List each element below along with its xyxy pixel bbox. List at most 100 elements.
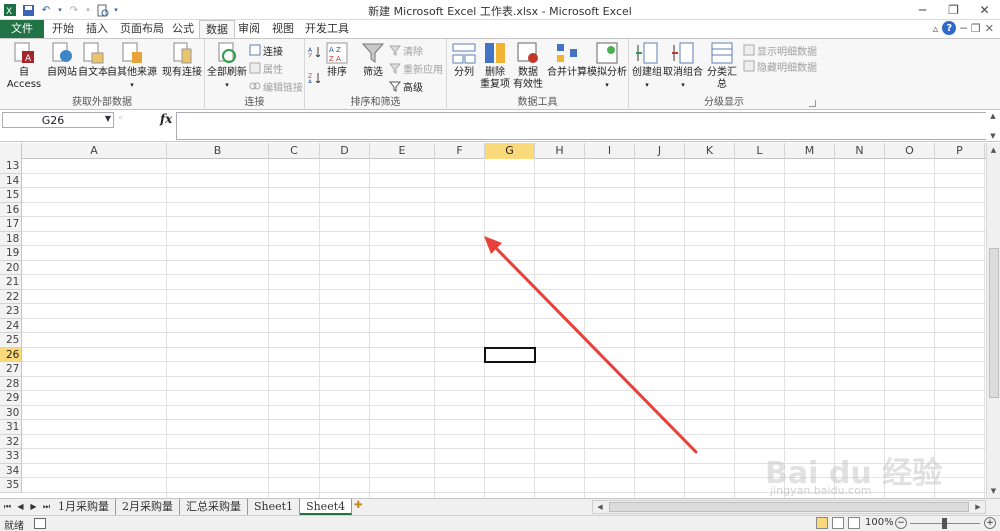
column-header-B[interactable]: B (167, 143, 269, 159)
what-if-analysis-button[interactable]: 模拟分析 ▾ (587, 41, 627, 91)
row-header-33[interactable]: 33 (0, 449, 22, 464)
column-header-F[interactable]: F (435, 143, 485, 159)
reapply-filter-button[interactable]: 重新应用 (389, 60, 443, 76)
row-header-32[interactable]: 32 (0, 434, 22, 449)
page-layout-view-icon[interactable] (832, 517, 844, 529)
consolidate-button[interactable]: 合并计算 (547, 41, 587, 79)
row-header-24[interactable]: 24 (0, 318, 22, 333)
column-header-G[interactable]: G (485, 143, 535, 159)
from-other-sources-button[interactable]: 自其他来源 ▾ (107, 41, 157, 91)
column-header-O[interactable]: O (885, 143, 935, 159)
clear-filter-button[interactable]: 清除 (389, 42, 423, 58)
select-all-corner[interactable] (0, 143, 22, 159)
normal-view-icon[interactable] (816, 517, 828, 529)
sheet-tab-sheet4[interactable]: Sheet4 (300, 499, 353, 515)
column-header-C[interactable]: C (269, 143, 320, 159)
scroll-up-icon[interactable]: ▲ (987, 143, 1000, 157)
sort-ascending-button[interactable]: AZ (308, 43, 322, 59)
text-to-columns-button[interactable]: 分列 (449, 41, 479, 79)
column-header-M[interactable]: M (785, 143, 835, 159)
tab-data[interactable]: 数据 (199, 20, 235, 39)
horizontal-scroll-thumb[interactable] (609, 502, 969, 512)
column-header-A[interactable]: A (22, 143, 167, 159)
from-text-button[interactable]: 自文本 (78, 41, 108, 79)
row-header-31[interactable]: 31 (0, 420, 22, 435)
advanced-filter-button[interactable]: 高级 (389, 78, 423, 94)
sheet-tab-feb[interactable]: 2月采购量 (116, 499, 180, 515)
existing-connections-button[interactable]: 现有连接 (161, 41, 203, 79)
horizontal-scrollbar[interactable]: ◀ ▶ (592, 500, 986, 514)
restore-icon[interactable]: ❐ (938, 0, 969, 19)
column-header-K[interactable]: K (685, 143, 735, 159)
row-header-15[interactable]: 15 (0, 188, 22, 203)
row-header-35[interactable]: 35 (0, 478, 22, 493)
from-access-button[interactable]: A 自 Access (2, 41, 46, 91)
subtotal-button[interactable]: 分类汇总 (703, 41, 741, 91)
row-header-19[interactable]: 19 (0, 246, 22, 261)
row-header-18[interactable]: 18 (0, 231, 22, 246)
row-header-25[interactable]: 25 (0, 333, 22, 348)
active-cell[interactable] (484, 346, 536, 363)
insert-sheet-icon[interactable]: ✚ (354, 500, 370, 514)
tab-review[interactable]: 审阅 (232, 20, 266, 38)
scroll-down-icon[interactable]: ▼ (990, 132, 995, 140)
vertical-scroll-thumb[interactable] (989, 248, 999, 398)
scroll-left-icon[interactable]: ◀ (593, 501, 607, 513)
page-break-view-icon[interactable] (848, 517, 860, 529)
row-header-27[interactable]: 27 (0, 362, 22, 377)
row-header-28[interactable]: 28 (0, 376, 22, 391)
tab-file[interactable]: 文件 (0, 20, 44, 38)
column-header-P[interactable]: P (935, 143, 985, 159)
tab-home[interactable]: 开始 (46, 20, 80, 38)
refresh-all-button[interactable]: 全部刷新 ▾ (207, 41, 247, 91)
zoom-in-icon[interactable]: + (984, 517, 996, 529)
edit-links-button[interactable]: 编辑链接 (249, 78, 303, 94)
connections-button[interactable]: 连接 (249, 42, 283, 58)
tab-page-layout[interactable]: 页面布局 (114, 20, 170, 38)
last-sheet-icon[interactable]: ⏭ (41, 500, 52, 514)
column-header-E[interactable]: E (370, 143, 435, 159)
column-header-N[interactable]: N (835, 143, 885, 159)
row-header-29[interactable]: 29 (0, 391, 22, 406)
name-box-dropdown-icon[interactable]: ▼ (105, 114, 111, 123)
minimize-ribbon-icon[interactable]: ▵ (933, 22, 939, 35)
column-header-H[interactable]: H (535, 143, 585, 159)
column-header-I[interactable]: I (585, 143, 635, 159)
column-header-J[interactable]: J (635, 143, 685, 159)
sheet-tab-summary[interactable]: 汇总采购量 (180, 499, 248, 515)
row-header-21[interactable]: 21 (0, 275, 22, 290)
row-header-34[interactable]: 34 (0, 463, 22, 478)
sheet-tab-sheet1[interactable]: Sheet1 (248, 499, 301, 515)
from-web-button[interactable]: 自网站 (46, 41, 78, 79)
ungroup-button[interactable]: 取消组合 ▾ (663, 41, 703, 91)
row-header-26[interactable]: 26 (0, 347, 22, 362)
tab-view[interactable]: 视图 (266, 20, 300, 38)
row-header-20[interactable]: 20 (0, 260, 22, 275)
next-sheet-icon[interactable]: ▶ (28, 500, 39, 514)
ribbon-close-icon[interactable]: ✕ (985, 22, 994, 35)
first-sheet-icon[interactable]: ⏮ (2, 500, 13, 514)
ribbon-restore-icon[interactable]: ❐ (971, 22, 981, 35)
hide-detail-button[interactable]: 隐藏明细数据 (743, 58, 817, 74)
row-header-23[interactable]: 23 (0, 304, 22, 319)
formula-bar-splitter-icon[interactable]: ◦ (118, 114, 128, 126)
scroll-down-icon[interactable]: ▼ (987, 484, 1000, 498)
outline-dialog-launcher-icon[interactable] (809, 100, 816, 107)
minimize-icon[interactable]: ─ (907, 0, 938, 19)
tab-formulas[interactable]: 公式 (166, 20, 200, 38)
zoom-out-icon[interactable]: − (895, 517, 907, 529)
filter-button[interactable]: 筛选 (359, 41, 387, 79)
column-header-D[interactable]: D (320, 143, 370, 159)
row-header-22[interactable]: 22 (0, 289, 22, 304)
row-header-14[interactable]: 14 (0, 173, 22, 188)
row-header-17[interactable]: 17 (0, 217, 22, 232)
group-button[interactable]: 创建组 ▾ (631, 41, 663, 91)
properties-button[interactable]: 属性 (249, 60, 283, 76)
sort-descending-button[interactable]: ZA (308, 69, 322, 85)
tab-developer[interactable]: 开发工具 (299, 20, 355, 38)
tab-insert[interactable]: 插入 (80, 20, 114, 38)
scroll-right-icon[interactable]: ▶ (971, 501, 985, 513)
macro-record-icon[interactable] (34, 518, 46, 529)
formula-input[interactable] (176, 112, 986, 140)
formula-bar-expand[interactable]: ▲ ▼ (986, 112, 1000, 140)
